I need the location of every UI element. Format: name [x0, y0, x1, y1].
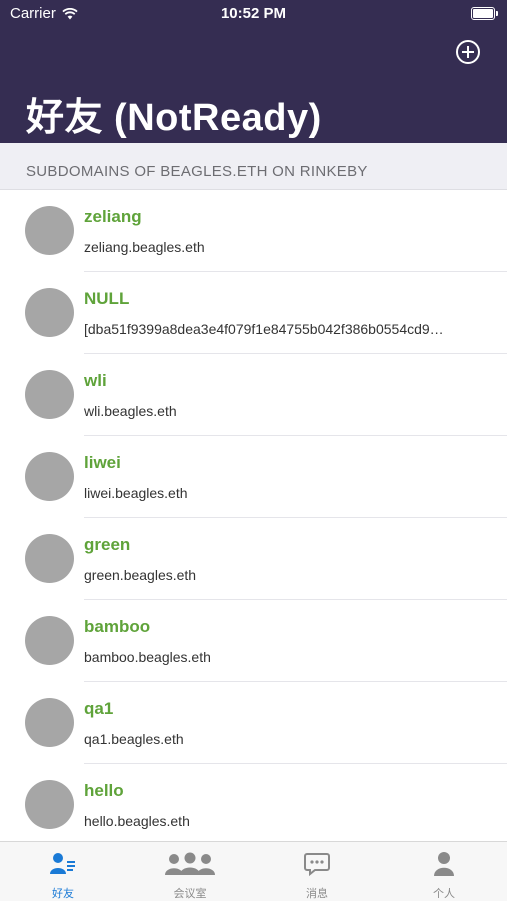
contact-domain: green.beagles.eth	[84, 567, 197, 583]
contact-name: NULL	[84, 289, 130, 308]
avatar	[25, 452, 74, 501]
contact-name: bamboo	[84, 617, 151, 636]
contact-name: green	[84, 535, 131, 554]
contact-name: hello	[84, 781, 124, 800]
contact-domain: wli.beagles.eth	[84, 403, 177, 419]
contact-domain: liwei.beagles.eth	[84, 485, 188, 501]
avatar	[25, 698, 74, 747]
person-icon	[434, 852, 454, 876]
tab-meeting-room-label: 会议室	[173, 888, 207, 900]
tab-friends[interactable]: 好友	[0, 842, 126, 901]
battery-icon	[471, 7, 498, 20]
contact-domain: bamboo.beagles.eth	[84, 649, 211, 665]
tab-profile-label: 个人	[433, 888, 455, 900]
contact-domain: [dba51f9399a8dea3e4f079f1e84755b042f386b…	[84, 321, 444, 337]
contact-name: qa1	[84, 699, 114, 718]
section-header: SUBDOMAINS OF BEAGLES.ETH ON RINKEBY	[0, 143, 507, 190]
contacts-icon	[50, 853, 75, 874]
list-item[interactable]: liwei liwei.beagles.eth	[0, 436, 507, 518]
list-item[interactable]: zeliang zeliang.beagles.eth	[0, 190, 507, 272]
avatar	[25, 288, 74, 337]
tab-friends-label: 好友	[52, 888, 74, 900]
avatar	[25, 616, 74, 665]
contact-domain: qa1.beagles.eth	[84, 731, 184, 747]
tab-messages-label: 消息	[306, 888, 328, 900]
message-icon	[304, 853, 330, 877]
avatar	[25, 370, 74, 419]
tab-messages[interactable]: 消息	[254, 842, 380, 901]
contact-name: zeliang	[84, 207, 142, 226]
group-icon	[165, 852, 215, 875]
tab-profile[interactable]: 个人	[381, 842, 507, 901]
contact-domain: zeliang.beagles.eth	[84, 239, 205, 255]
tab-bar: 好友 会议室 消息 个人	[0, 841, 507, 901]
nav-header: Carrier 10:52 PM 好友 (NotReady)	[0, 0, 507, 143]
page-title: 好友 (NotReady)	[26, 97, 322, 139]
avatar	[25, 534, 74, 583]
contact-domain: hello.beagles.eth	[84, 813, 190, 829]
contact-list: zeliang zeliang.beagles.eth NULL [dba51f…	[0, 190, 507, 846]
list-item[interactable]: wli wli.beagles.eth	[0, 354, 507, 436]
status-time: 10:52 PM	[220, 5, 287, 22]
list-item[interactable]: green green.beagles.eth	[0, 518, 507, 600]
list-item[interactable]: NULL [dba51f9399a8dea3e4f079f1e84755b042…	[0, 272, 507, 354]
tab-meeting-room[interactable]: 会议室	[127, 842, 253, 901]
avatar	[25, 780, 74, 829]
add-contact-button[interactable]	[456, 40, 480, 64]
status-bar: Carrier 10:52 PM	[0, 0, 507, 28]
contact-name: wli	[84, 371, 107, 390]
list-item[interactable]: bamboo bamboo.beagles.eth	[0, 600, 507, 682]
list-item[interactable]: hello hello.beagles.eth	[0, 764, 507, 846]
avatar	[25, 206, 74, 255]
list-item[interactable]: qa1 qa1.beagles.eth	[0, 682, 507, 764]
contact-name: liwei	[84, 453, 121, 472]
section-title: SUBDOMAINS OF BEAGLES.ETH ON RINKEBY	[26, 163, 368, 180]
